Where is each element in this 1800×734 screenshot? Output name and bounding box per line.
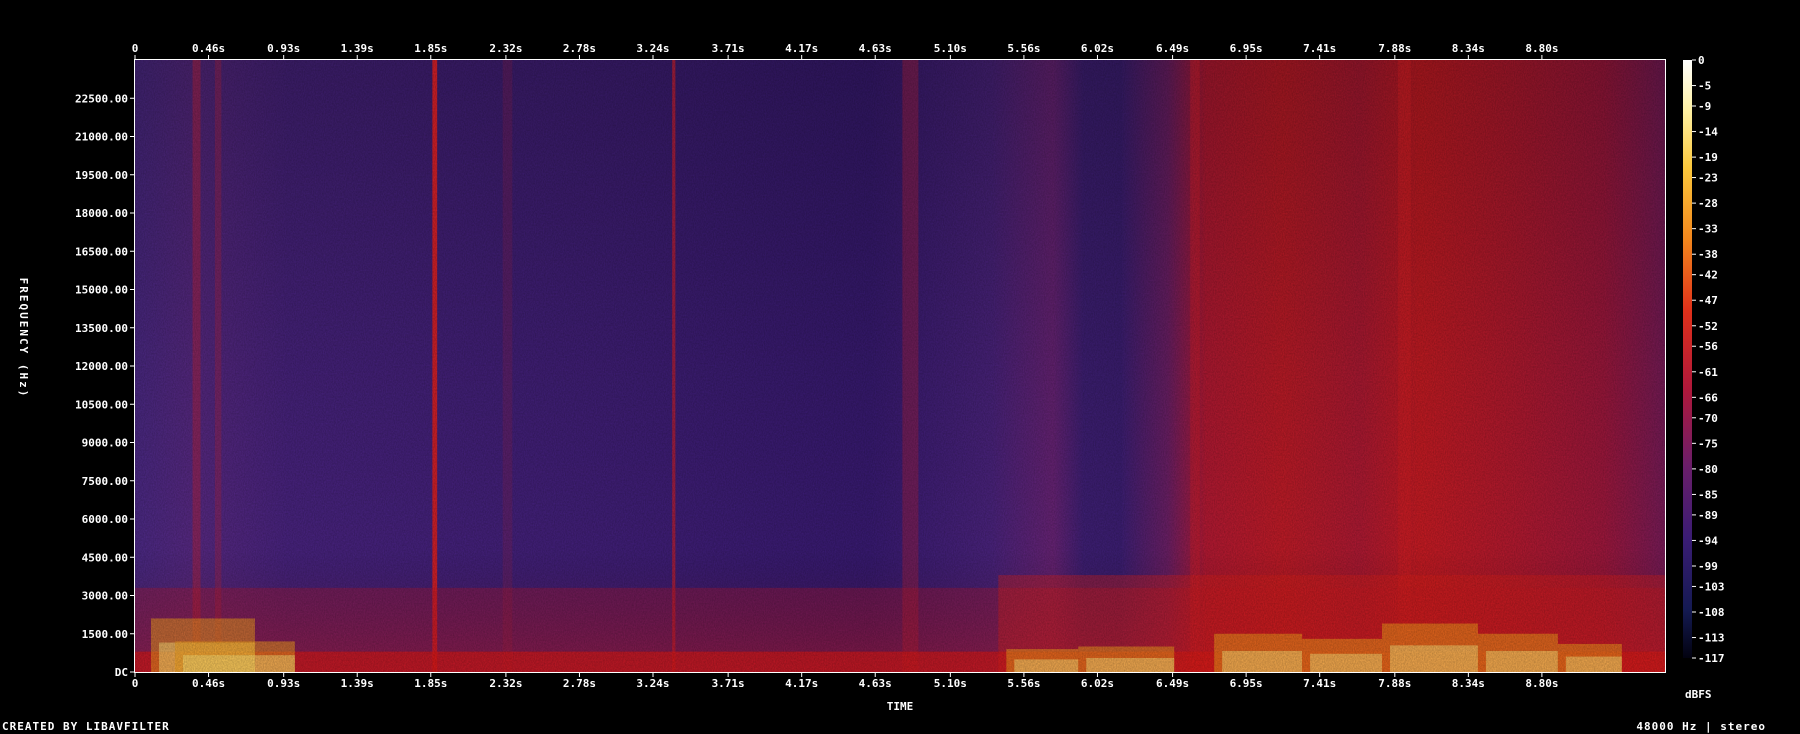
colorbar: 0 -5 -9 -14 -19 -23 -28 -33 -38 -42 -47 -52 -56 -61 -6… [1683, 54, 1725, 701]
x-tick-label-bottom: 4.63s [859, 677, 892, 690]
colorbar-tick-label: 0 [1698, 54, 1705, 67]
footer-credit: CREATED BY LIBAVFILTER [2, 720, 170, 733]
y-tick-label: 18000.00 [75, 207, 128, 220]
y-tick-label: DC [115, 666, 128, 679]
x-tick-label-bottom: 5.10s [934, 677, 967, 690]
y-tick-label: 10500.00 [75, 398, 128, 411]
x-tick-label-top: 7.41s [1303, 42, 1336, 55]
colorbar-tick-label: -19 [1698, 151, 1718, 164]
colorbar-tick-label: -23 [1698, 172, 1718, 185]
colorbar-tick-label: -42 [1698, 269, 1718, 282]
y-tick-label: 1500.00 [82, 628, 128, 641]
y-tick-label: 3000.00 [82, 590, 128, 603]
x-tick-label-top: 3.71s [712, 42, 745, 55]
colorbar-tick-label: -70 [1698, 412, 1718, 425]
y-tick-label: 19500.00 [75, 169, 128, 182]
y-tick-label: 12000.00 [75, 360, 128, 373]
x-tick-label-bottom: 6.49s [1156, 677, 1189, 690]
colorbar-tick-label: -108 [1698, 606, 1725, 619]
x-tick-label-top: 5.56s [1007, 42, 1040, 55]
colorbar-tick-label: -66 [1698, 391, 1718, 404]
colorbar-tick-label: -5 [1698, 80, 1711, 93]
footer-audio-info: 48000 Hz | stereo [1636, 720, 1766, 733]
x-tick-label-bottom: 4.17s [785, 677, 818, 690]
y-tick-label: 21000.00 [75, 131, 128, 144]
x-tick-label-bottom: 2.32s [489, 677, 522, 690]
colorbar-tick-label: -52 [1698, 320, 1718, 333]
colorbar-tick-label: -75 [1698, 437, 1718, 450]
x-tick-label-top: 4.17s [785, 42, 818, 55]
x-tick-label-top: 0.93s [267, 42, 300, 55]
x-tick-label-bottom: 3.24s [636, 677, 669, 690]
x-tick-label-top: 2.32s [489, 42, 522, 55]
x-tick-label-bottom: 6.95s [1230, 677, 1263, 690]
colorbar-tick-label: -38 [1698, 248, 1718, 261]
y-tick-label: 9000.00 [82, 437, 128, 450]
y-tick-label: 6000.00 [82, 513, 128, 526]
colorbar-tick-label: -9 [1698, 100, 1711, 113]
colorbar-tick-label: -94 [1698, 534, 1718, 547]
x-tick-label-bottom: 6.02s [1081, 677, 1114, 690]
x-tick-label-top: 5.10s [934, 42, 967, 55]
spectrum-noise [135, 60, 1665, 672]
colorbar-tick-label: -33 [1698, 223, 1718, 236]
x-tick-label-top: 1.85s [414, 42, 447, 55]
x-tick-label-bottom: 0.93s [267, 677, 300, 690]
x-tick-label-bottom: 3.71s [712, 677, 745, 690]
x-tick-label-bottom: 7.88s [1378, 677, 1411, 690]
x-tick-label-top: 7.88s [1378, 42, 1411, 55]
spectrogram-chart: 0 0 0.46s 0.46s 0.93s 0.93s 1.39s 1.39s 1.85s 1.8… [17, 42, 1725, 713]
colorbar-tick-label: -99 [1698, 560, 1718, 573]
y-tick-label: 22500.00 [75, 92, 128, 105]
y-tick-label: 13500.00 [75, 322, 128, 335]
x-tick-label-top: 6.02s [1081, 42, 1114, 55]
y-tick-label: 4500.00 [82, 551, 128, 564]
x-tick-label-top: 6.49s [1156, 42, 1189, 55]
x-tick-label-bottom: 0 [132, 677, 139, 690]
colorbar-tick-label: -85 [1698, 488, 1718, 501]
x-tick-label-bottom: 0.46s [192, 677, 225, 690]
x-tick-label-bottom: 1.85s [414, 677, 447, 690]
x-tick-label-top: 4.63s [859, 42, 892, 55]
x-tick-label-bottom: 1.39s [341, 677, 374, 690]
colorbar-tick-label: -61 [1698, 366, 1718, 379]
x-tick-label-top: 8.80s [1525, 42, 1558, 55]
x-tick-label-top: 6.95s [1230, 42, 1263, 55]
x-tick-label-bottom: 7.41s [1303, 677, 1336, 690]
colorbar-tick-label: -80 [1698, 463, 1718, 476]
x-tick-label-bottom: 8.80s [1525, 677, 1558, 690]
x-tick-label-top: 0.46s [192, 42, 225, 55]
x-tick-label-top: 1.39s [341, 42, 374, 55]
colorbar-tick-label: -113 [1698, 632, 1725, 645]
colorbar-tick-label: -117 [1698, 652, 1725, 665]
x-tick-label-bottom: 8.34s [1452, 677, 1485, 690]
y-tick-label: 15000.00 [75, 284, 128, 297]
spectrogram-plot-area [135, 60, 1665, 672]
y-tick-label: 16500.00 [75, 245, 128, 258]
x-tick-label-bottom: 5.56s [1007, 677, 1040, 690]
x-tick-label-top: 0 [132, 42, 139, 55]
x-tick-label-top: 2.78s [563, 42, 596, 55]
colorbar-tick-label: -56 [1698, 340, 1718, 353]
x-tick-label-top: 8.34s [1452, 42, 1485, 55]
colorbar-gradient [1683, 60, 1692, 658]
colorbar-tick-label: -28 [1698, 197, 1718, 210]
x-tick-label-top: 3.24s [636, 42, 669, 55]
y-axis-label: FREQUENCY (Hz) [17, 278, 30, 399]
colorbar-tick-label: -14 [1698, 126, 1718, 139]
colorbar-tick-label: -47 [1698, 294, 1718, 307]
colorbar-unit-label: dBFS [1685, 688, 1712, 701]
colorbar-tick-label: -89 [1698, 509, 1718, 522]
colorbar-tick-label: -103 [1698, 580, 1725, 593]
y-tick-label: 7500.00 [82, 475, 128, 488]
x-tick-label-bottom: 2.78s [563, 677, 596, 690]
x-axis-label: TIME [887, 700, 914, 713]
